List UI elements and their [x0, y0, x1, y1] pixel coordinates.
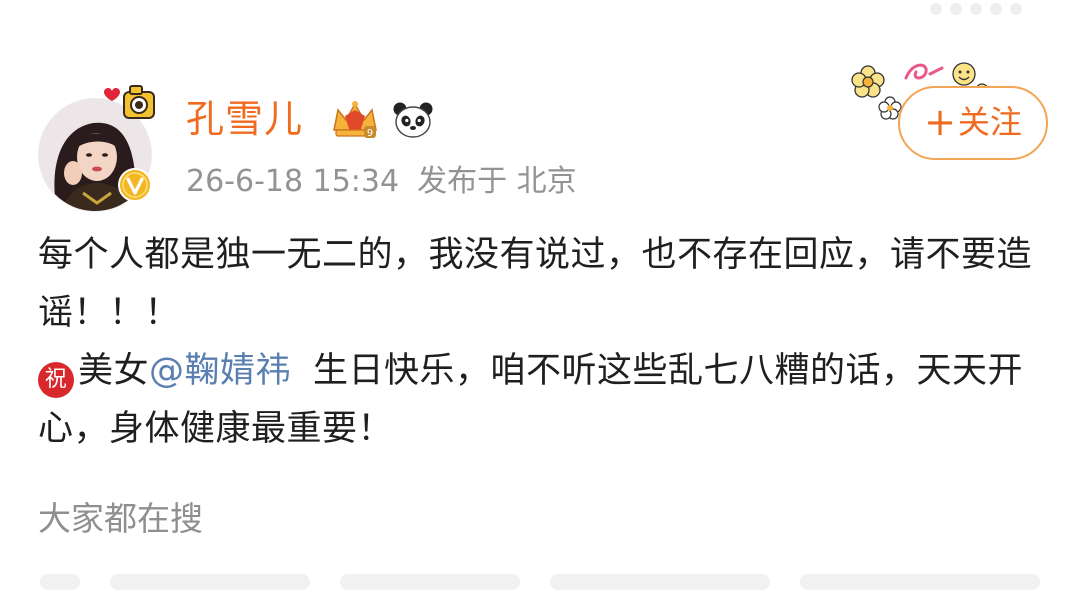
avatar-container[interactable] — [38, 85, 162, 212]
zhu-icon: 祝 — [38, 362, 74, 398]
panda-icon[interactable] — [392, 100, 434, 140]
verify-v-icon — [118, 168, 152, 202]
trending-label: 大家都在搜 — [38, 499, 203, 538]
crown-badge-icon[interactable]: 9 — [330, 100, 380, 140]
top-decoration — [930, 0, 1070, 18]
post-content: 每个人都是独一无二的，我没有说过，也不存在回应，请不要造谣！！！ 祝美女@鞠婧祎… — [38, 226, 1048, 458]
post-text-line1: 每个人都是独一无二的，我没有说过，也不存在回应，请不要造谣！！！ — [38, 235, 1033, 333]
crown-badge-level: 9 — [367, 128, 373, 139]
avatar-pendant-icon — [104, 85, 155, 119]
trending-placeholder-bar — [40, 566, 1050, 596]
mention-link[interactable]: @鞠婧祎 — [149, 351, 291, 391]
post-text-line2: 祝美女@鞠婧祎 生日快乐，咱不听这些乱七八糟的话，天天开心，身体健康最重要！ — [38, 342, 1048, 458]
post-datetime[interactable]: 26-6-18 15:34 — [186, 164, 399, 199]
weibo-post-card: 孔雪儿 9 26-6-18 15:34 发布于 北京 +关注 每个人都是独一无二… — [0, 0, 1086, 610]
follow-button[interactable]: +关注 — [898, 86, 1048, 160]
follow-label: 关注 — [957, 103, 1022, 141]
post-text-prefix: 美女 — [78, 351, 150, 391]
username[interactable]: 孔雪儿 — [186, 96, 303, 142]
post-meta: 26-6-18 15:34 发布于 北京 — [186, 162, 577, 202]
plus-icon: + — [924, 100, 956, 144]
post-location: 发布于 北京 — [417, 164, 577, 199]
